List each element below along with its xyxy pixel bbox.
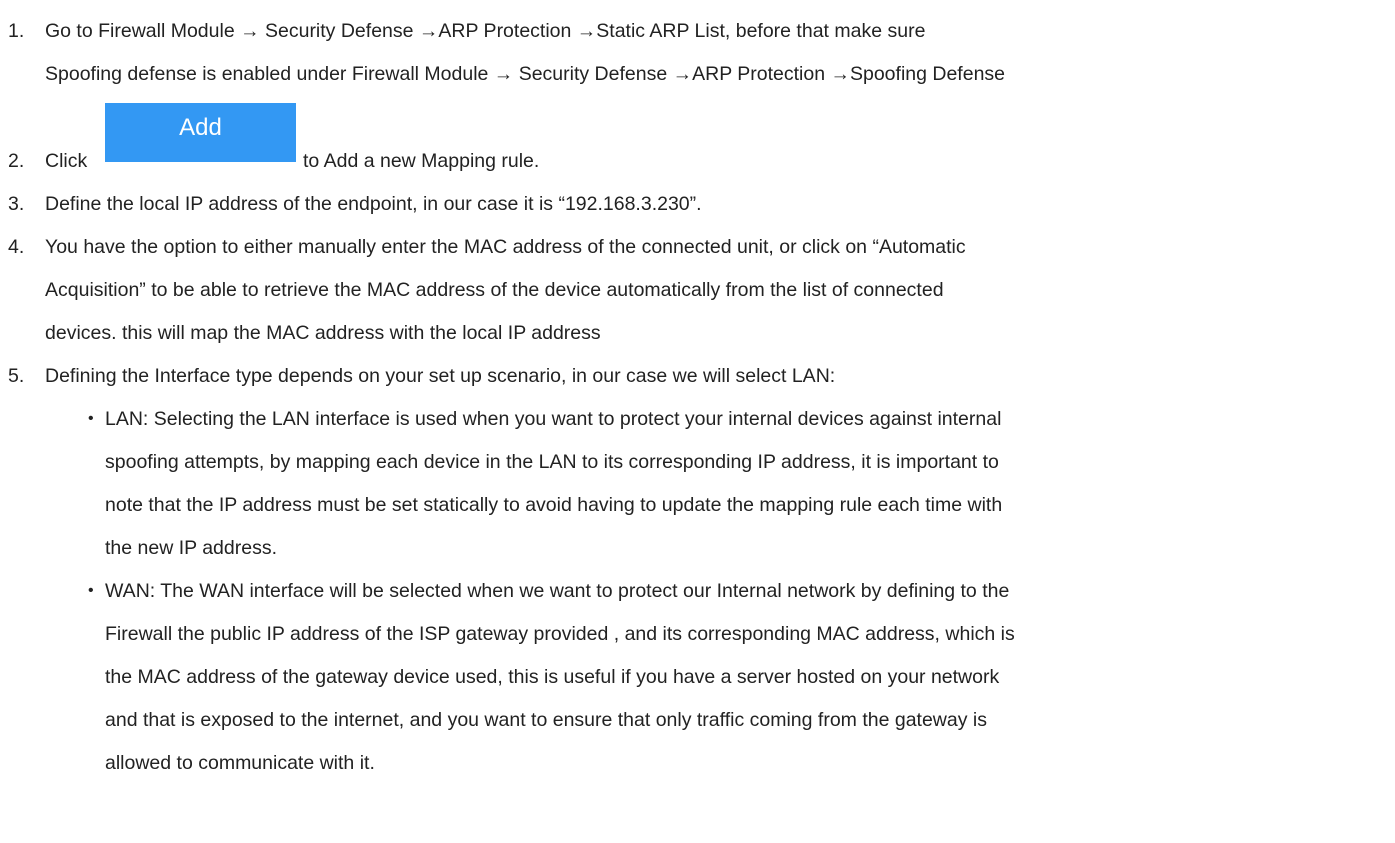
step-text-line: You have the option to either manually e… xyxy=(45,236,966,258)
step-number: 1. xyxy=(8,20,25,42)
bullet-text-line: the new IP address. xyxy=(105,537,277,559)
bullet-text-line: note that the IP address must be set sta… xyxy=(105,494,1003,516)
step-text-line: to Add a new Mapping rule. xyxy=(303,150,540,172)
bullet-marker: • xyxy=(88,410,94,427)
bullet-text-line: the MAC address of the gateway device us… xyxy=(105,666,1000,688)
bullet-text-line: and that is exposed to the internet, and… xyxy=(105,709,987,731)
bullet-text-line: spoofing attempts, by mapping each devic… xyxy=(105,451,999,473)
step-text-line: Define the local IP address of the endpo… xyxy=(45,193,702,215)
step-text-line: Go to Firewall Module → Security Defense… xyxy=(45,20,926,42)
bullet-marker: • xyxy=(88,582,94,599)
instructions-document: 1. Go to Firewall Module → Security Defe… xyxy=(0,0,1395,843)
step-text-line: Spoofing defense is enabled under Firewa… xyxy=(45,63,1006,85)
step-number: 4. xyxy=(8,236,25,258)
step-text-line: Acquisition” to be able to retrieve the … xyxy=(45,279,944,301)
bullet-text-line: Firewall the public IP address of the IS… xyxy=(105,623,1015,645)
add-button-label: Add xyxy=(179,114,222,141)
add-button-image: Add xyxy=(105,103,296,162)
step-text-line: devices. this will map the MAC address w… xyxy=(45,322,601,344)
step-number: 2. xyxy=(8,150,25,172)
step-text-line: Defining the Interface type depends on y… xyxy=(45,365,836,387)
bullet-text-line: WAN: The WAN interface will be selected … xyxy=(105,580,1010,602)
step-number: 3. xyxy=(8,193,25,215)
step-number: 5. xyxy=(8,365,25,387)
step-text-line: Click xyxy=(45,150,88,172)
bullet-text-line: allowed to communicate with it. xyxy=(105,752,375,774)
bullet-text-line: LAN: Selecting the LAN interface is used… xyxy=(105,408,1002,430)
